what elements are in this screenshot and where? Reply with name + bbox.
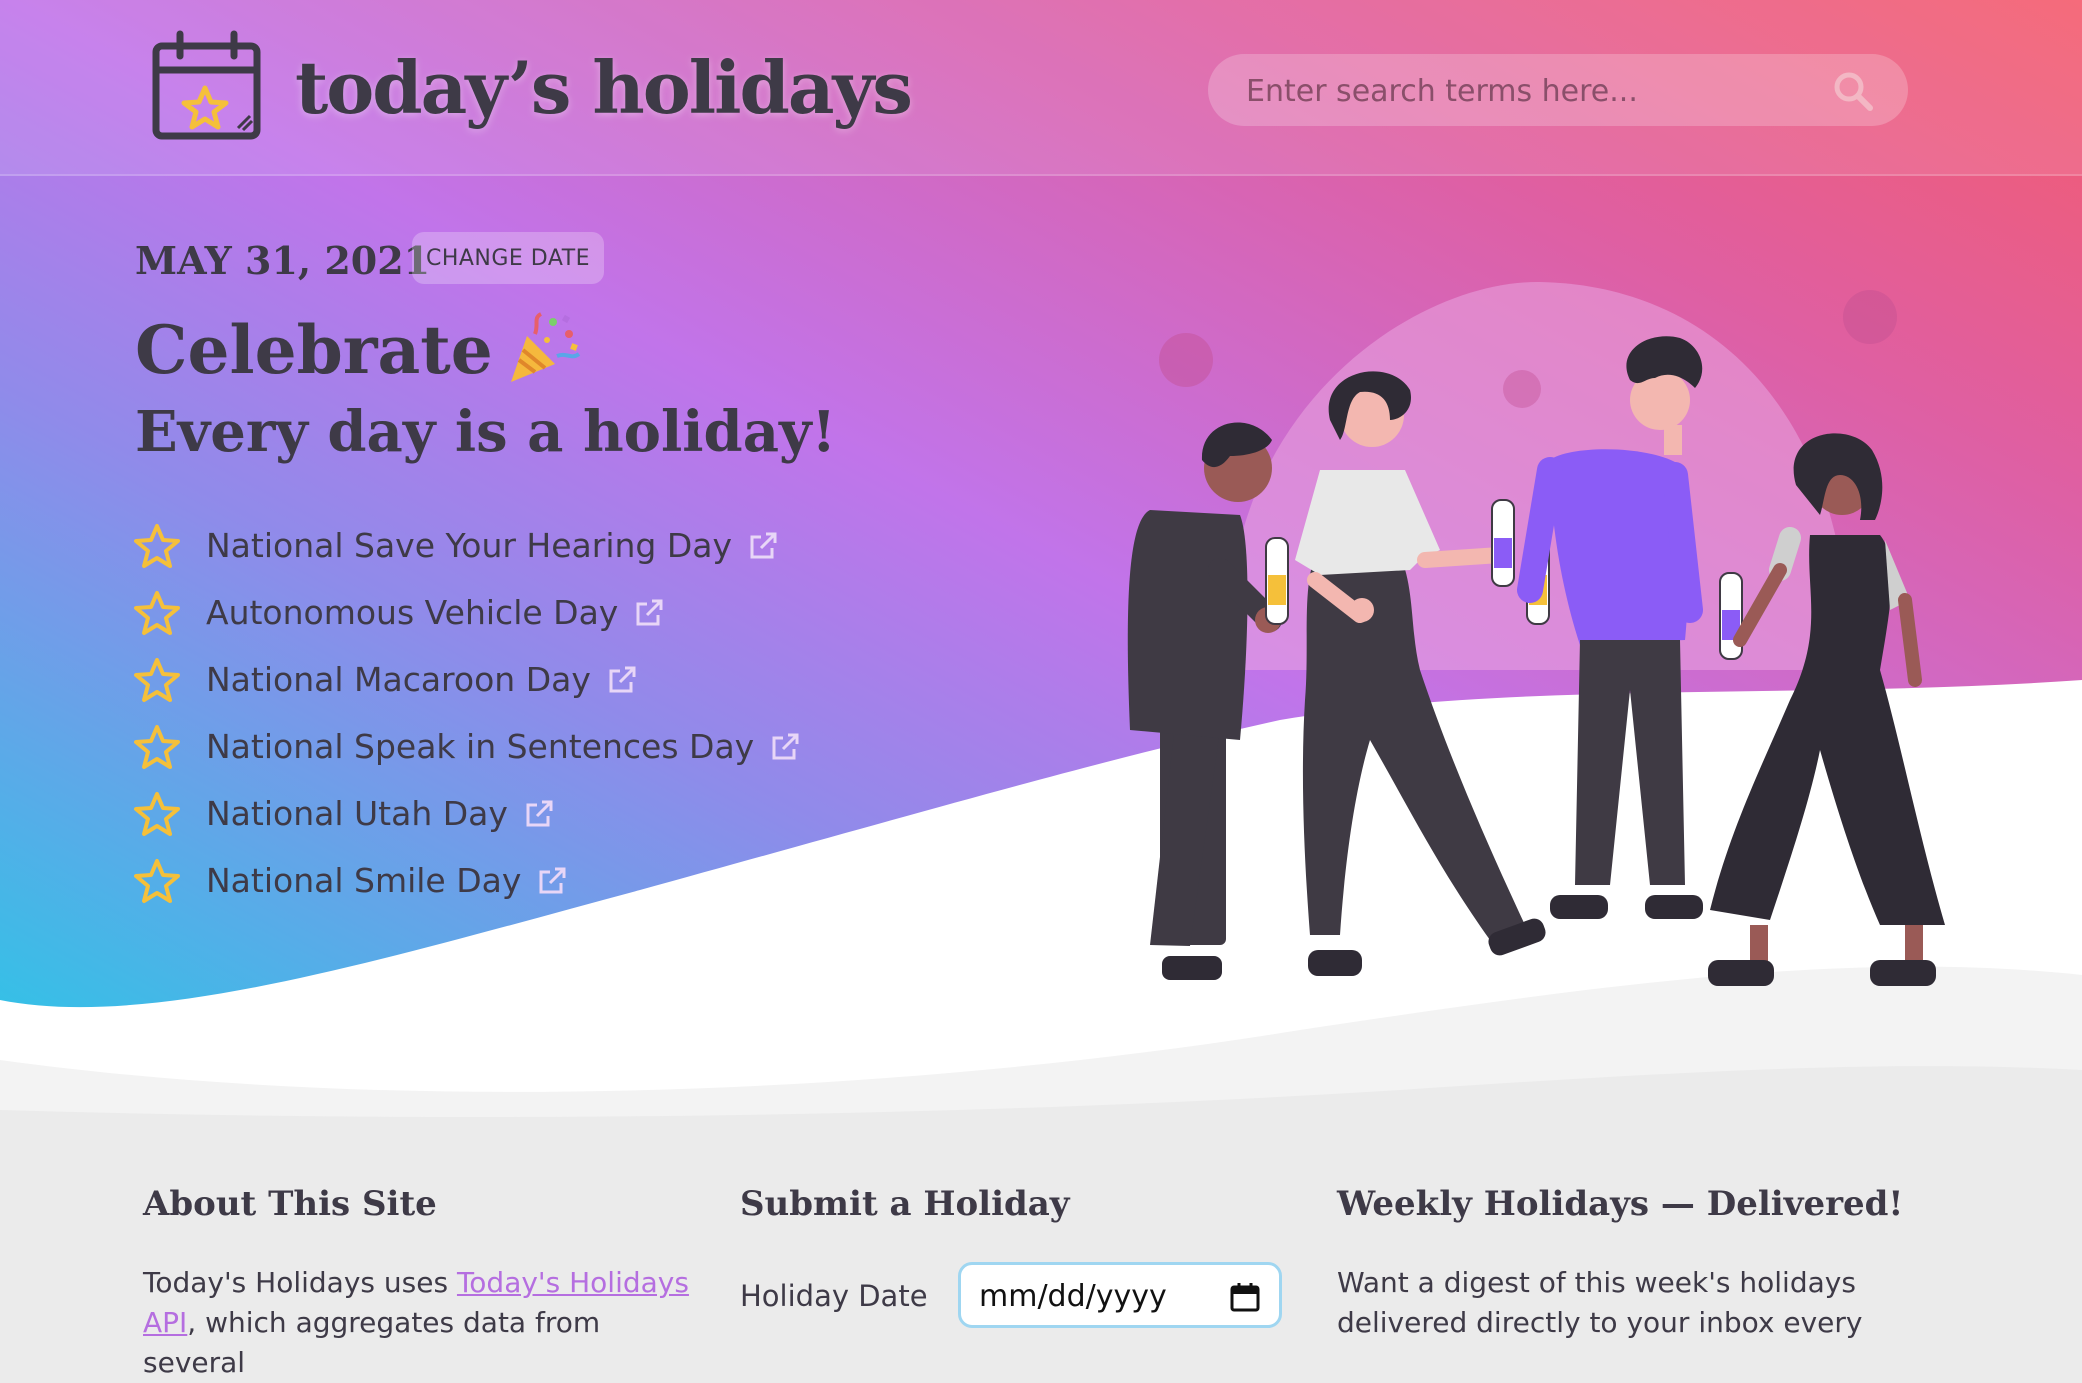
star-icon — [134, 791, 180, 836]
weekly-text-line1: Want a digest of this week's holidays — [1337, 1266, 1856, 1299]
headline-celebrate: Celebrate — [135, 310, 581, 390]
holiday-date-input[interactable]: mm/dd/yyyy — [958, 1262, 1282, 1328]
holiday-link[interactable]: National Smile Day — [206, 861, 521, 900]
list-item: National Utah Day — [134, 780, 800, 847]
star-icon — [134, 657, 180, 702]
about-text-prefix: Today's Holidays uses — [143, 1266, 457, 1299]
external-link-icon[interactable] — [537, 866, 567, 896]
current-date: MAY 31, 2021 — [135, 238, 431, 283]
about-text: Today's Holidays uses Today's Holidays AP… — [143, 1263, 703, 1383]
list-item: National Speak in Sentences Day — [134, 713, 800, 780]
submit-title: Submit a Holiday — [740, 1184, 1070, 1224]
search-input[interactable] — [1244, 54, 1808, 128]
external-link-icon[interactable] — [607, 665, 637, 695]
api-link[interactable]: Today's Holidays — [457, 1266, 689, 1299]
site-title[interactable]: today’s holidays — [295, 38, 913, 138]
external-link-icon[interactable] — [748, 531, 778, 561]
list-item: Autonomous Vehicle Day — [134, 579, 800, 646]
holiday-link[interactable]: National Utah Day — [206, 794, 508, 833]
weekly-text-line2: delivered directly to your inbox every — [1337, 1306, 1863, 1339]
about-title: About This Site — [143, 1184, 437, 1224]
external-link-icon[interactable] — [524, 799, 554, 829]
holiday-link[interactable]: National Speak in Sentences Day — [206, 727, 754, 766]
weekly-title: Weekly Holidays — Delivered! — [1337, 1184, 1904, 1224]
list-item: National Save Your Hearing Day — [134, 512, 800, 579]
star-icon — [134, 858, 180, 903]
star-icon — [134, 590, 180, 635]
about-text-suffix: , which aggregates data from several — [143, 1306, 601, 1379]
holiday-list: National Save Your Hearing Day Autonomou… — [134, 512, 800, 914]
list-item: National Smile Day — [134, 847, 800, 914]
holiday-link[interactable]: National Save Your Hearing Day — [206, 526, 732, 565]
star-icon — [134, 523, 180, 568]
calendar-star-icon[interactable] — [150, 30, 265, 142]
search-icon[interactable] — [1832, 70, 1874, 112]
site-header: today’s holidays — [0, 0, 2082, 176]
holiday-link[interactable]: National Macaroon Day — [206, 660, 591, 699]
party-popper-icon — [510, 312, 580, 382]
list-item: National Macaroon Day — [134, 646, 800, 713]
holiday-date-label: Holiday Date — [740, 1279, 928, 1313]
holiday-link[interactable]: Autonomous Vehicle Day — [206, 593, 618, 632]
external-link-icon[interactable] — [634, 598, 664, 628]
change-date-button[interactable]: CHANGE DATE — [412, 232, 604, 284]
holiday-date-placeholder: mm/dd/yyyy — [979, 1279, 1167, 1314]
calendar-icon[interactable] — [1229, 1281, 1261, 1313]
star-icon — [134, 724, 180, 769]
api-link-continued[interactable]: API — [143, 1306, 187, 1339]
external-link-icon[interactable] — [770, 732, 800, 762]
search-box — [1208, 54, 1908, 128]
weekly-text: Want a digest of this week's holidays del… — [1337, 1263, 1897, 1343]
headline-celebrate-text: Celebrate — [135, 311, 493, 389]
headline-every-day: Every day is a holiday! — [135, 399, 837, 465]
people-celebrating-illustration — [1127, 281, 1945, 986]
